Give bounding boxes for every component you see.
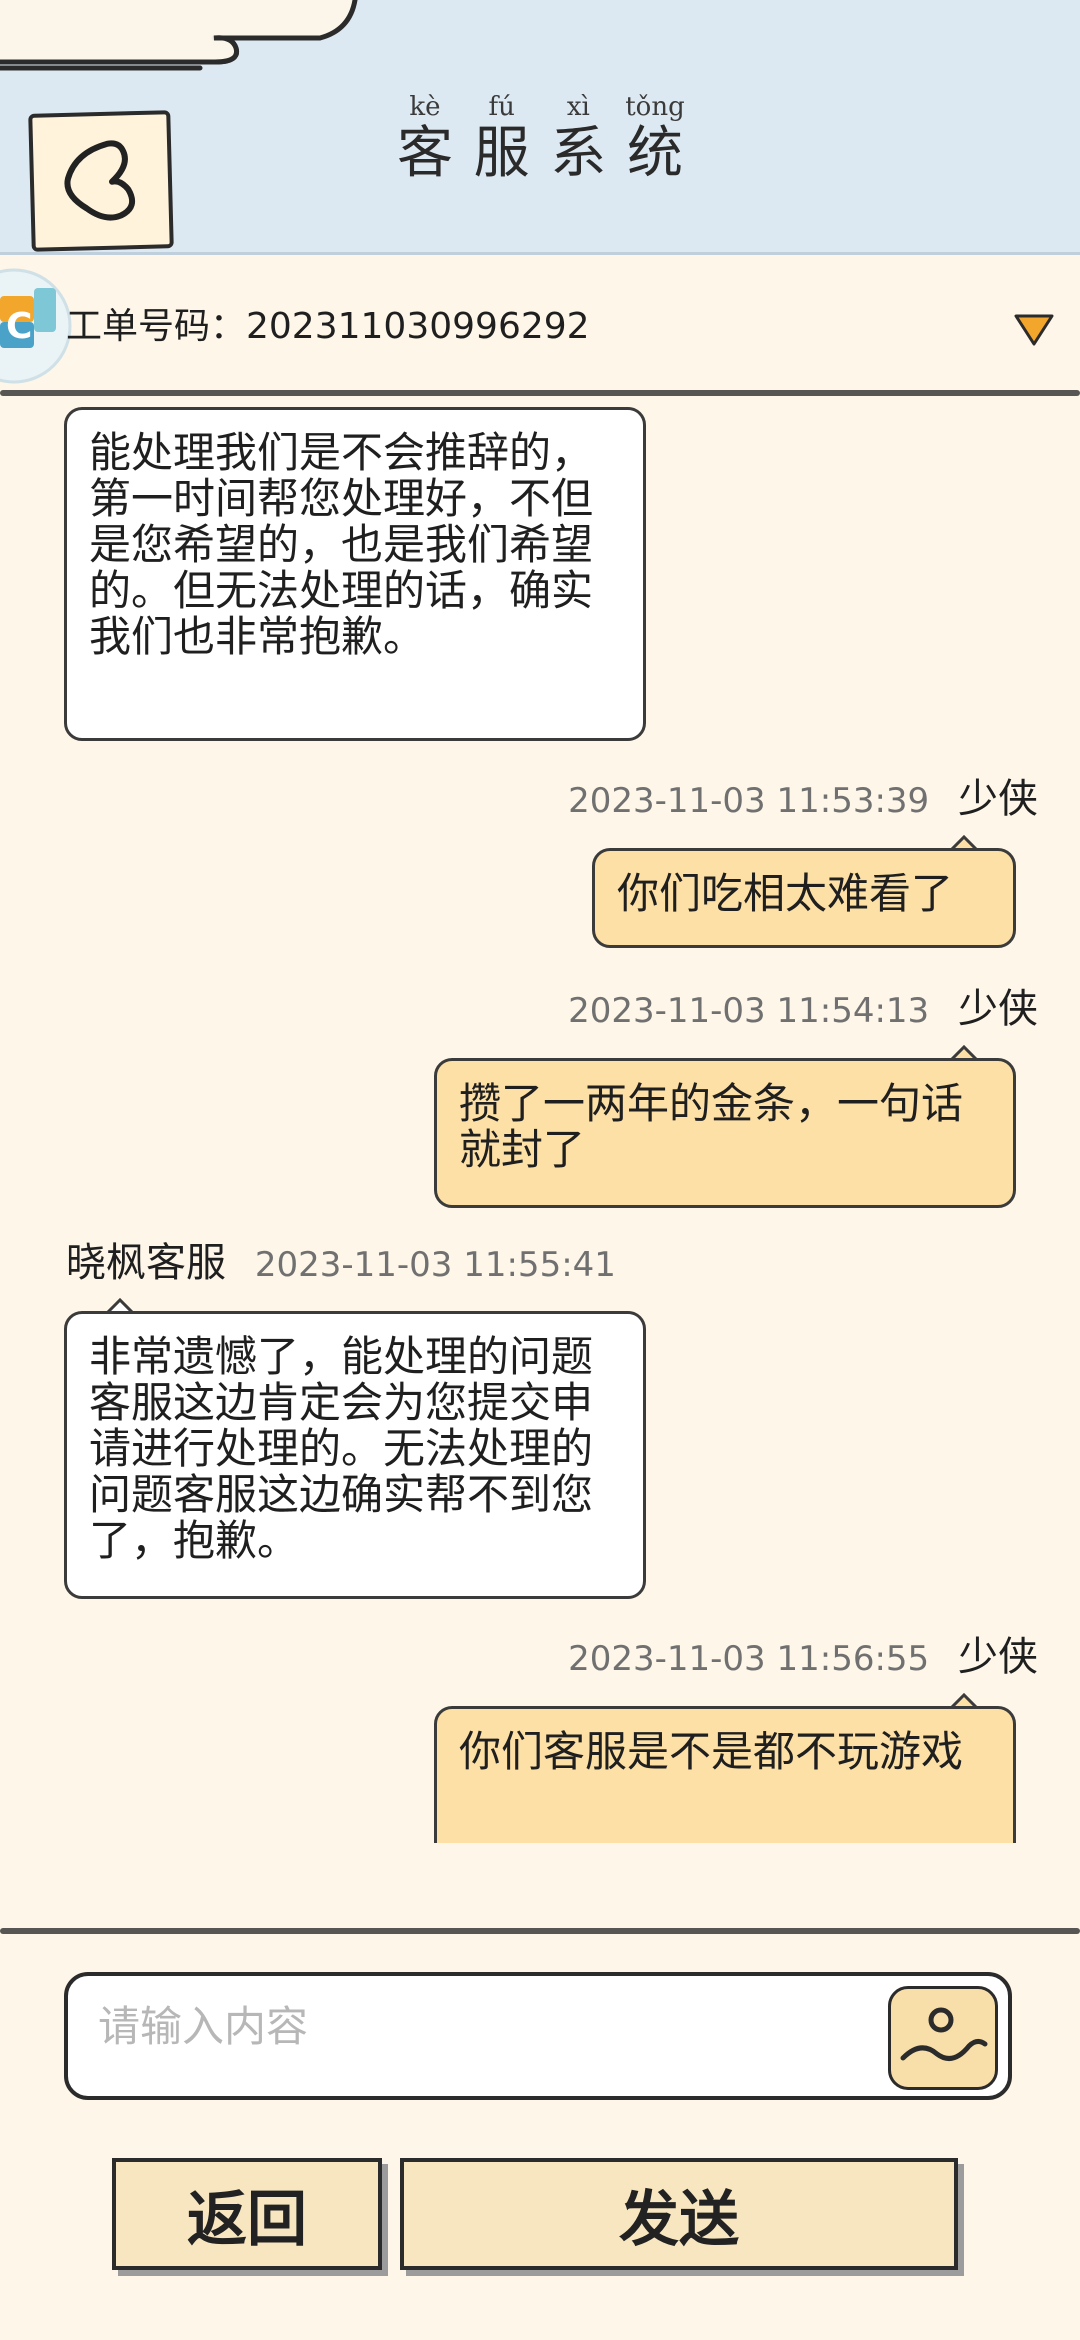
title-hanzi: 统 (626, 121, 683, 186)
svg-text:C: C (6, 306, 32, 347)
ticket-number: 工单号码：202311030996292 (66, 306, 590, 347)
message-text: 能处理我们是不会推辞的，第一时间帮您处理好，不但是您希望的，也是我们希望的。但无… (89, 428, 594, 661)
title-hanzi: 客 (397, 121, 453, 186)
image-upload-icon (900, 2007, 988, 2061)
cs-message-bubble: 能处理我们是不会推辞的，第一时间帮您处理好，不但是您希望的，也是我们希望的。但无… (64, 407, 646, 741)
message-sender: 少侠 (958, 776, 1038, 822)
message-meta: 2023-11-03 11:53:39 少侠 (568, 776, 1038, 824)
ticket-selector[interactable]: C 工单号码：202311030996292 (0, 258, 1080, 396)
divider (0, 390, 1080, 396)
image-upload-button[interactable] (888, 1986, 998, 2090)
message-time: 2023-11-03 11:54:13 (568, 991, 930, 1031)
title-pinyin: kè (409, 92, 441, 122)
message-text: 攒了一两年的金条，一句话就封了 (459, 1079, 964, 1174)
divider (0, 1928, 1080, 1934)
send-button[interactable]: 发送 (400, 2158, 958, 2270)
title-char: tǒng 统 (620, 92, 690, 192)
user-message-bubble: 攒了一两年的金条，一句话就封了 (434, 1058, 1016, 1208)
title-hanzi: 系 (550, 121, 607, 186)
user-message-bubble: 你们客服是不是都不玩游戏 (434, 1706, 1016, 1843)
title-pinyin: xì (566, 92, 590, 122)
message-meta: 2023-11-03 11:56:55 少侠 (568, 1634, 1038, 1682)
message-sender: 少侠 (958, 986, 1038, 1032)
cloud-decoration (0, 0, 358, 71)
cs-message-bubble: 非常遗憾了，能处理的问题客服这边肯定会为您提交申请进行处理的。无法处理的问题客服… (64, 1311, 646, 1599)
user-message-bubble: 你们吃相太难看了 (592, 848, 1016, 948)
title-pinyin: fú (488, 92, 515, 122)
title-char: xì 系 (543, 92, 613, 192)
message-text: 你们客服是不是都不玩游戏 (459, 1727, 964, 1776)
message-text: 非常遗憾了，能处理的问题客服这边肯定会为您提交申请进行处理的。无法处理的问题客服… (89, 1332, 594, 1565)
title-char: fú 服 (467, 92, 537, 192)
message-input[interactable] (98, 1996, 898, 2056)
page-title: kè 客 fú 服 xì 系 tǒng 统 (390, 92, 690, 192)
back-text-button[interactable]: 返回 (112, 2158, 382, 2270)
dropdown-triangle-icon[interactable] (1012, 310, 1056, 350)
message-sender: 少侠 (958, 1634, 1038, 1680)
message-time: 2023-11-03 11:56:55 (568, 1639, 930, 1679)
title-pinyin: tǒng (625, 92, 685, 122)
back-button[interactable] (28, 110, 174, 252)
header: kè 客 fú 服 xì 系 tǒng 统 (0, 0, 1080, 255)
message-meta: 晓枫客服 2023-11-03 11:55:41 (66, 1240, 616, 1288)
message-meta: 2023-11-03 11:54:13 少侠 (568, 986, 1038, 1034)
chat-log[interactable]: 能处理我们是不会推辞的，第一时间帮您处理好，不但是您希望的，也是我们希望的。但无… (0, 398, 1080, 1843)
message-time: 2023-11-03 11:53:39 (568, 781, 930, 821)
message-input-box (64, 1972, 1012, 2100)
message-sender: 晓枫客服 (66, 1240, 226, 1286)
customer-service-screen: kè 客 fú 服 xì 系 tǒng 统 C 工单号码：20231103099… (0, 0, 1080, 2340)
message-text: 你们吃相太难看了 (617, 869, 954, 918)
heart-back-icon (64, 140, 136, 221)
title-char: kè 客 (390, 92, 460, 192)
title-hanzi: 服 (473, 121, 530, 186)
message-time: 2023-11-03 11:55:41 (254, 1245, 616, 1285)
